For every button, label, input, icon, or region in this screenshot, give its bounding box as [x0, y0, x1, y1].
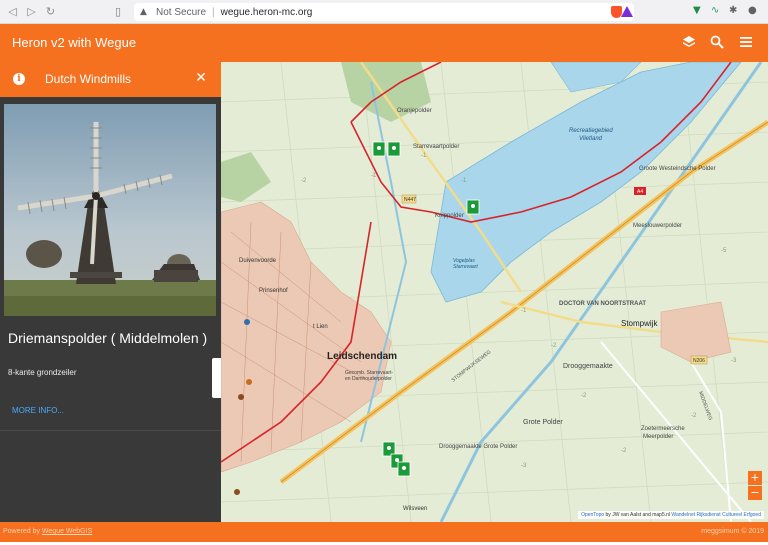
feature-info-panel: i Dutch Windmills ✕ Driemanspolder (Mid… — [0, 62, 221, 522]
app-title: Heron v2 with Wegue — [12, 35, 137, 50]
brave-rewards-icon[interactable] — [621, 6, 633, 17]
more-info-link[interactable]: MORE INFO... — [12, 406, 64, 415]
svg-text:-1: -1 — [461, 178, 467, 184]
zoom-in-button[interactable]: + — [748, 471, 762, 485]
profile-icon[interactable]: ● — [748, 5, 757, 17]
map-label-gecomb: Gecomb. Starrevaart-en Damhouderpolder — [345, 370, 393, 382]
windmill-photo — [4, 104, 216, 316]
browser-toolbar: ◁ ▷ ↻ ▯ ▲ Not Secure | wegue.heron-mc.or… — [0, 0, 768, 24]
warning-icon[interactable]: ▲ — [140, 7, 152, 17]
layers-icon[interactable] — [679, 32, 699, 52]
vpn-extension-icon[interactable]: ▼ — [693, 5, 701, 17]
bookmark-icon[interactable]: ▯ — [115, 5, 125, 18]
svg-text:-1: -1 — [371, 173, 377, 179]
map-label-stompwijk: Stompwijk — [621, 319, 658, 328]
panel-resize-handle[interactable] — [212, 358, 221, 398]
map-label-wilsveen: Wilsveen — [403, 506, 427, 512]
attribution-link-wandelnet[interactable]: Wandelnet — [671, 512, 695, 518]
panel-divider — [0, 430, 221, 431]
svg-text:-2: -2 — [691, 413, 697, 419]
svg-text:-1: -1 — [521, 308, 527, 314]
svg-text:-3: -3 — [521, 463, 527, 469]
svg-text:-5: -5 — [721, 248, 727, 254]
menu-icon[interactable] — [736, 32, 756, 52]
map-label-starrevaartpolder: Starrevaartpolder — [413, 144, 459, 150]
forward-icon[interactable]: ▷ — [25, 5, 38, 18]
security-label: Not Secure — [156, 6, 207, 18]
map-label-westeindsche: Groote Westeindsche Polder — [639, 166, 716, 172]
map-label-lien: t Lien — [313, 324, 328, 330]
map-canvas[interactable]: -1 -2 -2 -3 -2 -1 -2 -1 -1 -5 -2 -3 Leidschendam … — [221, 62, 768, 522]
map-label-a4: A4 — [637, 189, 643, 195]
svg-text:-3: -3 — [731, 358, 737, 364]
search-icon[interactable] — [707, 32, 727, 52]
svg-text:-2: -2 — [581, 393, 587, 399]
map-label-n206: N206 — [693, 358, 705, 364]
shuffle-extension-icon[interactable]: ∿ — [711, 5, 719, 17]
map-label-grote-polder: Grote Polder — [523, 419, 563, 426]
address-bar[interactable]: ▲ Not Secure | wegue.heron-mc.org — [134, 3, 634, 21]
app-header: Heron v2 with Wegue — [0, 24, 768, 62]
close-icon[interactable]: ✕ — [193, 70, 209, 86]
url-separator: | — [212, 6, 215, 18]
map-label-prinsenhof: Prinsenhof — [259, 288, 288, 294]
svg-text:-2: -2 — [301, 178, 307, 184]
map-label-noordstraat: DOCTOR VAN NOORTSTRAAT — [559, 301, 646, 307]
svg-text:-2: -2 — [551, 343, 557, 349]
panel-title: Dutch Windmills — [45, 72, 132, 86]
info-icon: i — [13, 73, 25, 85]
footer-wegue-link[interactable]: Wegue WebGIS — [42, 528, 92, 535]
map-attribution: OpenTopo by JW van Aalst and map5.nl Wan… — [578, 511, 764, 519]
attribution-link-rce[interactable]: Rijksdienst Cultureel Erfgoed — [697, 512, 761, 518]
reload-icon[interactable]: ↻ — [44, 5, 57, 18]
map-label-knippolder: Knippolder — [435, 213, 464, 219]
map-label-n447: N447 — [404, 197, 416, 203]
map-label-starrevaart: Vogelplas Starrevaart — [453, 258, 478, 270]
map-label-duivenvoorde: Duivenvoorde — [239, 258, 277, 264]
footer-copyright: meggsimum © 2019 — [701, 528, 764, 535]
panel-header: i Dutch Windmills ✕ — [0, 62, 221, 97]
map-label-oranjepolder: Oranjepolder — [397, 108, 432, 114]
feature-description: 8-kante grondzeiler — [8, 368, 77, 377]
url-text[interactable]: wegue.heron-mc.org — [221, 7, 313, 18]
footer-powered-prefix: Powered by — [3, 528, 40, 535]
feature-name: Driemanspolder ( Middelmolen ) — [8, 330, 208, 346]
app-footer: Powered by Wegue WebGIS meggsimum © 2019 — [0, 522, 768, 542]
map-label-drooggemaakte: Drooggemaakte — [563, 363, 613, 370]
zoom-out-button[interactable]: − — [748, 486, 762, 500]
puzzle-extensions-icon[interactable]: ✱ — [729, 5, 737, 17]
footer-powered-by: Powered by Wegue WebGIS — [3, 528, 92, 535]
attribution-link-opentopo[interactable]: OpenTopo — [581, 512, 604, 518]
back-icon[interactable]: ◁ — [6, 5, 19, 18]
map-label-meeslouwer: Meeslouwerpolder — [633, 223, 682, 229]
svg-text:-2: -2 — [621, 448, 627, 454]
attribution-text: by JW van Aalst and map5.nl — [605, 512, 671, 518]
svg-text:-1: -1 — [421, 153, 427, 159]
map-label-drooggemaakte-grote: Drooggemaakte Grote Polder — [439, 444, 517, 450]
map-label-leidschendam: Leidschendam — [327, 351, 397, 362]
